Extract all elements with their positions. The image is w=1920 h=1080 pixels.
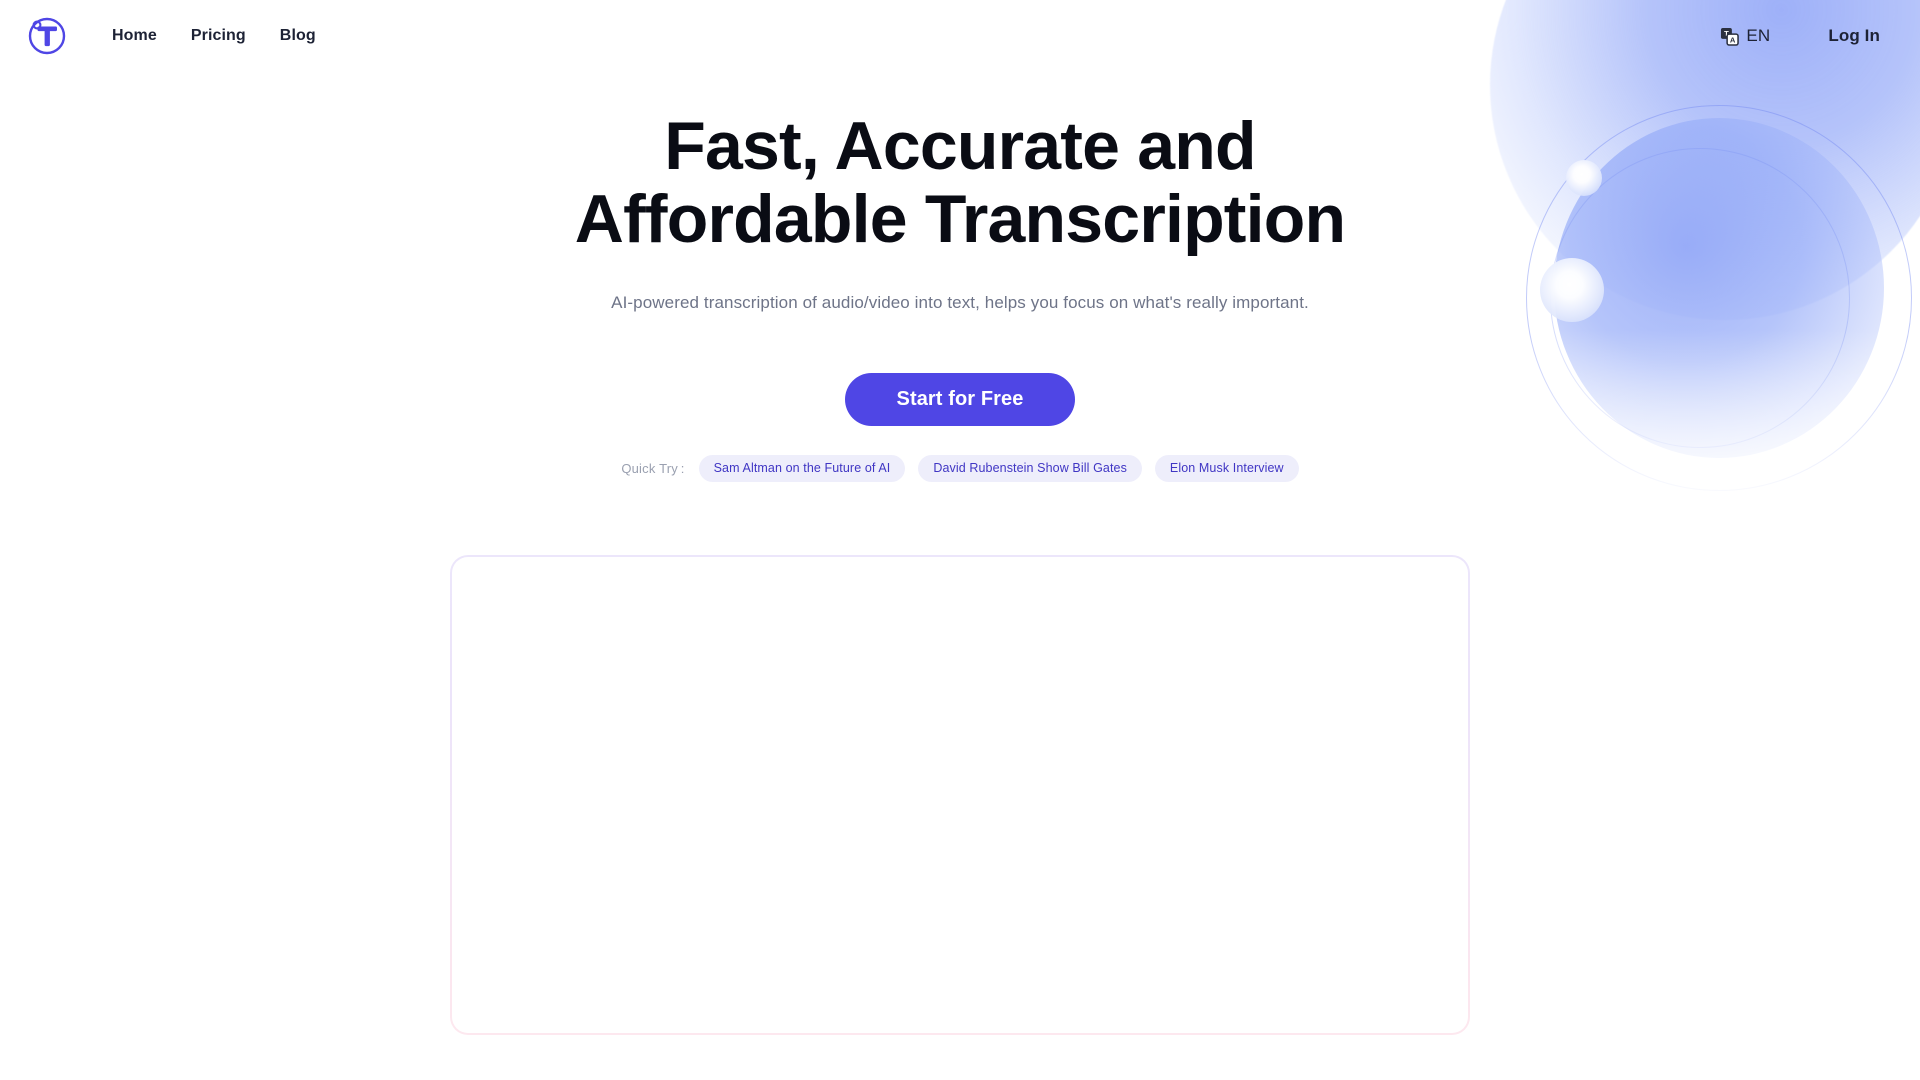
logo-link[interactable]	[26, 15, 68, 57]
language-value: EN	[1746, 26, 1771, 45]
language-selector[interactable]: T A EN	[1720, 26, 1770, 46]
utility-navigation: T A EN Log In	[1720, 26, 1880, 46]
svg-text:A: A	[1730, 35, 1736, 44]
quick-try-chip[interactable]: Sam Altman on the Future of AI	[698, 454, 906, 482]
page-title: Fast, Accurate and Affordable Transcript…	[574, 108, 1346, 258]
page-title-line-2: Affordable Transcription	[574, 181, 1346, 258]
transcription-logo-icon	[28, 17, 66, 55]
upload-dropzone-border	[450, 554, 1470, 1035]
hero-section: Fast, Accurate and Affordable Transcript…	[0, 72, 1920, 1080]
translate-icon: T A	[1721, 27, 1740, 46]
quick-try-label: Quick Try :	[621, 460, 685, 476]
hero-subtitle: AI-powered transcription of audio/video …	[611, 292, 1309, 312]
quick-try-row: Quick Try : Sam Altman on the Future of …	[621, 454, 1299, 482]
nav-link-blog[interactable]: Blog	[280, 27, 316, 45]
login-link[interactable]: Log In	[1828, 26, 1880, 46]
start-for-free-button[interactable]: Start for Free	[845, 372, 1075, 426]
quick-try-chip[interactable]: David Rubenstein Show Bill Gates	[918, 454, 1142, 482]
primary-navigation: Home Pricing Blog	[112, 27, 316, 45]
quick-try-chip[interactable]: Elon Musk Interview	[1154, 454, 1299, 482]
page-title-line-1: Fast, Accurate and	[664, 108, 1256, 184]
nav-link-home[interactable]: Home	[112, 27, 157, 45]
upload-dropzone[interactable]	[452, 556, 1468, 1033]
nav-link-pricing[interactable]: Pricing	[191, 27, 246, 45]
site-header: Home Pricing Blog T A EN Log In	[0, 0, 1920, 72]
